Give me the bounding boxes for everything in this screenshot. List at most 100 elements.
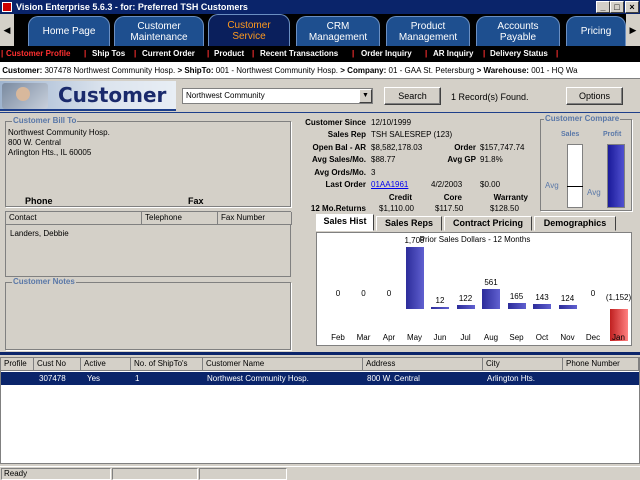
core-value: $117.50 — [435, 204, 464, 213]
close-button[interactable]: × — [625, 1, 639, 13]
customer-notes-panel[interactable]: Customer Notes — [5, 277, 291, 350]
telephone-header[interactable]: Telephone — [142, 212, 218, 225]
tab-label: Home Page — [42, 26, 96, 37]
nav-scroll-left-icon[interactable]: ◀ — [0, 14, 14, 46]
contact-header[interactable]: Contact — [6, 212, 142, 225]
bill-to-legend: Customer Bill To — [12, 116, 78, 125]
subnav-product[interactable]: Product — [214, 46, 244, 62]
last-order-link[interactable]: 01AA1961 — [371, 180, 408, 189]
chart-value-label: 124 — [560, 294, 575, 303]
subnav-current-order[interactable]: Current Order — [142, 46, 195, 62]
crumb-company[interactable]: 01 - GAA St. Petersburg — [389, 66, 475, 75]
title-bar: Vision Enterprise 5.6.3 - for: Preferred… — [0, 0, 640, 14]
status-text: Ready — [1, 468, 111, 480]
cell-customer-name: Northwest Community Hosp. — [207, 374, 309, 383]
breadcrumb: Customer: 307478 Northwest Community Hos… — [0, 62, 640, 79]
crumb-shipto[interactable]: 001 - Northwest Community Hosp. — [216, 66, 338, 75]
subnav-ar-inquiry[interactable]: AR Inquiry — [433, 46, 473, 62]
tab-demographics[interactable]: Demographics — [534, 216, 616, 231]
sales-compare-fill — [568, 176, 582, 207]
profit-compare-fill — [608, 145, 624, 207]
avg-gp-value: 91.8% — [480, 155, 503, 164]
bill-to-city: Arlington Hts., IL 60005 — [8, 148, 92, 157]
col-customer-name[interactable]: Customer Name — [203, 358, 363, 371]
crumb-company-label: > Company: — [340, 66, 387, 75]
options-button[interactable]: Options — [566, 87, 623, 105]
customer-compare-panel: Customer Compare Sales Profit Avg Avg — [540, 114, 632, 211]
subnav-customer-profile[interactable]: Customer Profile — [6, 46, 70, 62]
customer-photo-icon — [2, 83, 48, 109]
avg-sales-value: $88.77 — [371, 155, 396, 164]
col-profile[interactable]: Profile — [1, 358, 34, 371]
chart-month-label: May — [406, 333, 423, 342]
subnav-recent-transactions[interactable]: Recent Transactions — [260, 46, 338, 62]
results-divider — [0, 352, 640, 355]
fax-label: Fax — [188, 196, 204, 206]
bill-to-panel: Customer Bill To Northwest Community Hos… — [5, 116, 291, 207]
table-row[interactable]: 307478 Yes 1 Northwest Community Hosp. 8… — [1, 372, 639, 385]
tab-accounts-payable[interactable]: Accounts Payable — [476, 16, 560, 46]
col-active[interactable]: Active — [81, 358, 131, 371]
avg-sales-label: Avg Sales/Mo. — [312, 155, 366, 164]
crumb-warehouse[interactable]: 001 - HQ Wa — [531, 66, 577, 75]
col-address[interactable]: Address — [363, 358, 483, 371]
col-phone-number[interactable]: Phone Number — [563, 358, 639, 371]
chart-value-label: 165 — [509, 292, 524, 301]
tab-customer-maintenance[interactable]: Customer Maintenance — [114, 16, 204, 46]
avg-gp-label: Avg GP — [447, 155, 476, 164]
crumb-customer-label: Customer: — [2, 66, 43, 75]
cell-active: Yes — [87, 374, 101, 383]
tab-sales-reps[interactable]: Sales Reps — [376, 216, 442, 231]
chart-bar-oct — [533, 304, 551, 309]
cell-shiptos: 1 — [135, 374, 140, 383]
col-city[interactable]: City — [483, 358, 563, 371]
chart-value-label: 0 — [386, 289, 392, 298]
cell-city: Arlington Hts. — [487, 374, 536, 383]
tab-label: Customer Maintenance — [130, 20, 188, 43]
crumb-customer[interactable]: 307478 Northwest Community Hosp. — [44, 66, 175, 75]
sub-nav: | Customer Profile | Ship Tos | Current … — [0, 46, 640, 62]
subnav-ship-tos[interactable]: Ship Tos — [92, 46, 125, 62]
tab-pricing[interactable]: Pricing — [566, 16, 626, 46]
last-order-label: Last Order — [325, 180, 366, 189]
tab-product-management[interactable]: Product Management — [386, 16, 470, 46]
chart-value-label: 12 — [435, 296, 445, 305]
search-button[interactable]: Search — [384, 87, 441, 105]
window-title: Vision Enterprise 5.6.3 - for: Preferred… — [16, 2, 248, 12]
customer-search-value: Northwest Community — [186, 91, 265, 100]
customer-banner: Customer — [0, 81, 176, 111]
col-cust-no[interactable]: Cust No — [34, 358, 81, 371]
tab-label: Product Management — [398, 20, 458, 43]
bill-to-name: Northwest Community Hosp. — [8, 128, 110, 137]
app-icon — [2, 2, 12, 12]
tab-contract-pricing[interactable]: Contract Pricing — [444, 216, 532, 231]
chart-month-label: Oct — [535, 333, 549, 342]
status-bar: Ready — [0, 466, 640, 480]
tab-customer-service[interactable]: Customer Service — [208, 14, 290, 46]
chart-bar-may — [405, 247, 424, 309]
nav-scroll-right-icon[interactable]: ▶ — [626, 14, 640, 46]
subnav-order-inquiry[interactable]: Order Inquiry — [361, 46, 412, 62]
chart-month-label: Jul — [460, 333, 471, 342]
customer-search-combo[interactable]: Northwest Community ▼ — [182, 88, 373, 104]
core-label: Core — [443, 193, 462, 202]
minimize-button[interactable]: _ — [596, 1, 610, 13]
col-no-shiptos[interactable]: No. of ShipTo's — [131, 358, 203, 371]
sales-avg-label: Avg — [545, 181, 559, 190]
avg-ords-label: Avg Ords/Mo. — [314, 168, 366, 177]
tab-sales-hist[interactable]: Sales Hist — [316, 214, 374, 231]
tab-crm-management[interactable]: CRM Management — [296, 16, 380, 46]
chart-month-label: Sep — [509, 333, 524, 342]
subnav-delivery-status[interactable]: Delivery Status — [490, 46, 548, 62]
chart-bar-jun — [431, 307, 449, 309]
maximize-button[interactable]: □ — [610, 1, 624, 13]
customer-since-label: Customer Since — [305, 118, 366, 127]
fax-number-header[interactable]: Fax Number — [218, 212, 292, 225]
warranty-value: $128.50 — [490, 204, 519, 213]
tab-label: Customer Service — [227, 19, 271, 42]
chevron-down-icon[interactable]: ▼ — [359, 89, 372, 103]
chart-month-label: Feb — [331, 333, 345, 342]
tab-home-page[interactable]: Home Page — [28, 16, 110, 46]
sales-rep-label: Sales Rep — [327, 130, 366, 139]
contact-name[interactable]: Landers, Debbie — [10, 229, 69, 238]
